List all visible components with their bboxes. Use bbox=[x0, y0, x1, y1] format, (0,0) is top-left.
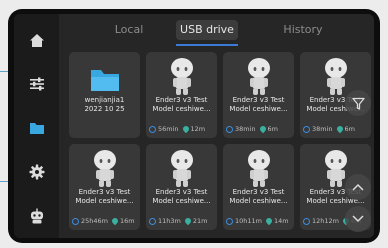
figurine-icon bbox=[324, 58, 347, 95]
model-thumbnail bbox=[223, 52, 294, 96]
print-time: 38min bbox=[312, 125, 333, 133]
filament-length: 16m bbox=[120, 217, 135, 225]
model-thumbnail bbox=[146, 144, 217, 188]
print-time: 12h12m bbox=[312, 217, 339, 225]
print-info: 38min 6m bbox=[226, 124, 291, 134]
tab-usb-drive[interactable]: USB drive bbox=[176, 20, 238, 40]
scroll-down-button[interactable] bbox=[345, 206, 371, 232]
filament-icon bbox=[181, 124, 190, 134]
source-tabs: Local USB drive History bbox=[59, 14, 374, 46]
print-time: 25h46m bbox=[81, 217, 108, 225]
file-card-model[interactable]: Ender3 v3 Test Model ceshiwe... 38min 6m bbox=[223, 52, 294, 138]
filament-icon bbox=[110, 216, 120, 226]
chevron-up-icon bbox=[352, 183, 364, 191]
figurine-icon bbox=[247, 150, 270, 187]
gear-icon bbox=[29, 164, 44, 180]
active-tab-indicator bbox=[176, 44, 238, 46]
nav-files[interactable] bbox=[14, 106, 59, 150]
print-info: 11h3m 21m bbox=[149, 216, 214, 226]
home-icon bbox=[29, 33, 44, 47]
figurine-icon bbox=[170, 150, 193, 187]
print-info: 25h46m 16m bbox=[72, 216, 137, 226]
robot-icon bbox=[30, 208, 43, 224]
filter-button[interactable] bbox=[345, 90, 371, 116]
nav-settings[interactable] bbox=[14, 150, 59, 194]
print-info: 38min 6m bbox=[303, 124, 368, 134]
print-info: 56min 12m bbox=[149, 124, 214, 134]
filament-length: 6m bbox=[344, 125, 355, 133]
file-card-folder[interactable]: wenjianjia1 2022 10 25 bbox=[69, 52, 140, 138]
model-thumbnail bbox=[146, 52, 217, 96]
figurine-icon bbox=[170, 58, 193, 95]
clock-icon bbox=[303, 125, 310, 133]
file-name: Ender3 v3 Test Model ceshiwe... bbox=[229, 188, 288, 205]
print-time: 56min bbox=[158, 125, 179, 133]
clock-icon bbox=[226, 217, 233, 225]
nav-assistant[interactable] bbox=[14, 194, 59, 238]
print-time: 10h11m bbox=[235, 217, 262, 225]
print-info: 10h11m 14m bbox=[226, 216, 291, 226]
clock-icon bbox=[149, 125, 156, 133]
filament-icon bbox=[183, 216, 193, 226]
figurine-icon bbox=[247, 58, 270, 95]
file-name: Ender3 v3 Test Model ceshiwe... bbox=[229, 96, 288, 113]
file-name: wenjianjia1 2022 10 25 bbox=[84, 96, 125, 113]
filament-icon bbox=[335, 124, 344, 134]
filament-length: 12m bbox=[190, 125, 206, 133]
clock-icon bbox=[303, 217, 310, 225]
touch-screen: Local USB drive History wenjianjia1 2022… bbox=[14, 14, 374, 238]
tab-history[interactable]: History bbox=[273, 20, 333, 40]
print-time: 38min bbox=[235, 125, 256, 133]
chevron-down-icon bbox=[352, 215, 364, 223]
filament-length: 14m bbox=[274, 217, 289, 225]
nav-home[interactable] bbox=[14, 18, 59, 62]
filament-length: 21m bbox=[192, 217, 208, 225]
file-card-model[interactable]: Ender3 v3 Test Model ceshiwe... 25h46m 1… bbox=[69, 144, 140, 230]
file-name: Ender3 v3 Test Model ceshiwe... bbox=[152, 188, 211, 205]
clock-icon bbox=[226, 125, 233, 133]
file-name: Ender3 v3 Test Model ceshiwe... bbox=[152, 96, 211, 113]
clock-icon bbox=[72, 217, 79, 225]
filter-icon bbox=[351, 97, 365, 110]
folder-icon bbox=[29, 122, 44, 134]
filament-length: 6m bbox=[267, 125, 278, 133]
thumbnail bbox=[69, 52, 140, 96]
model-thumbnail bbox=[223, 144, 294, 188]
clock-icon bbox=[149, 217, 156, 225]
folder-icon bbox=[90, 70, 119, 91]
print-time: 11h3m bbox=[158, 217, 181, 225]
sliders-icon bbox=[29, 77, 44, 91]
file-card-model[interactable]: Ender3 v3 Test Model ceshiwe... 10h11m 1… bbox=[223, 144, 294, 230]
nav-controls[interactable] bbox=[14, 62, 59, 106]
file-card-model[interactable]: Ender3 v3 Test Model ceshiwe... 56min 12… bbox=[146, 52, 217, 138]
tab-local[interactable]: Local bbox=[99, 20, 159, 40]
figurine-icon bbox=[93, 150, 116, 187]
scroll-up-button[interactable] bbox=[345, 174, 371, 200]
filament-icon bbox=[258, 124, 267, 134]
file-name: Ender3 v3 Test Model ceshiwe... bbox=[75, 188, 134, 205]
filament-icon bbox=[264, 216, 274, 226]
file-card-model[interactable]: Ender3 v3 Test Model ceshiwe... 11h3m 21… bbox=[146, 144, 217, 230]
sidebar bbox=[14, 14, 59, 238]
model-thumbnail bbox=[69, 144, 140, 188]
